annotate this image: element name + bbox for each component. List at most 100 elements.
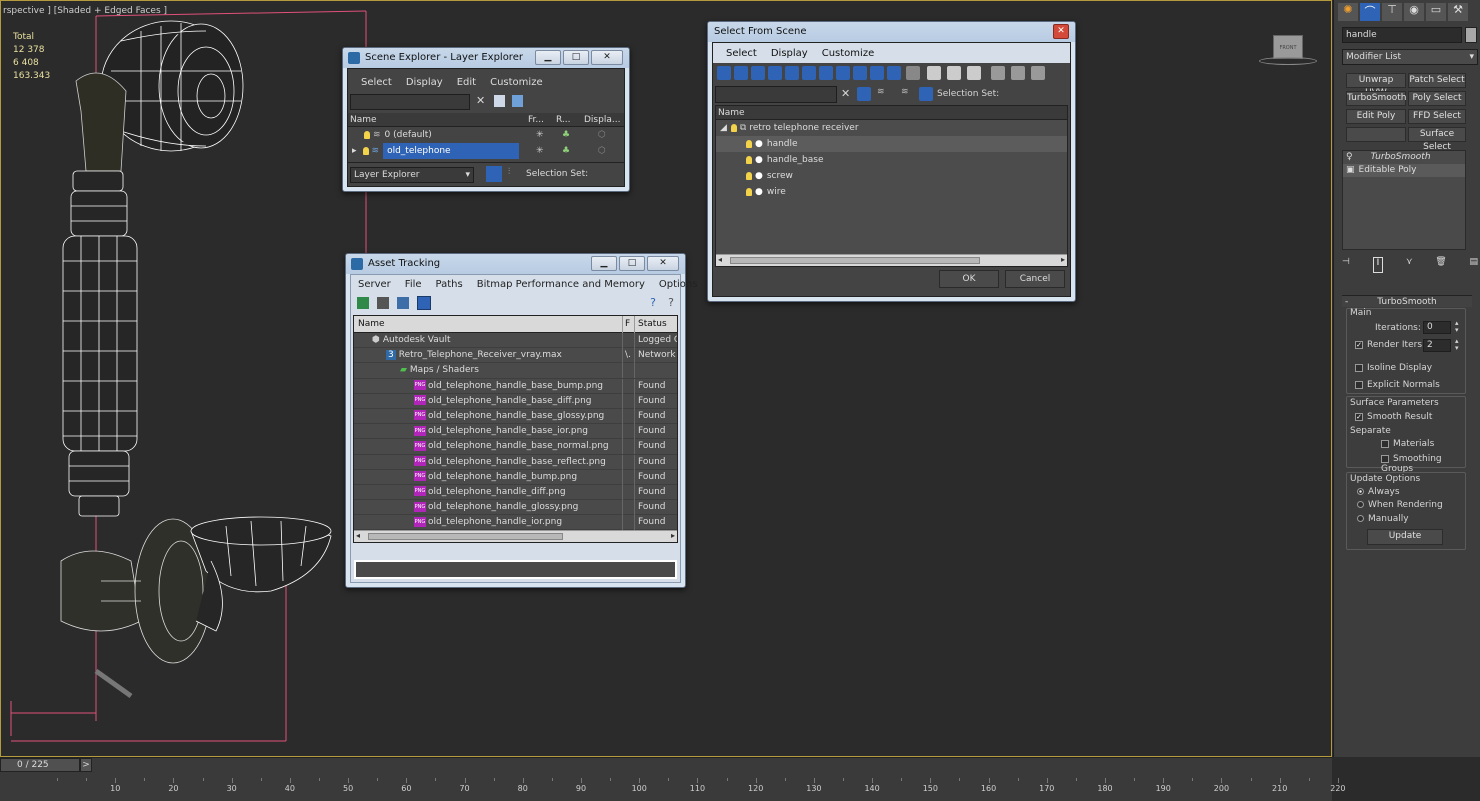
object-name-field[interactable]: handle	[1342, 27, 1462, 43]
asset-tracking-window[interactable]: Asset Tracking ▁ □ ✕ Server File Paths B…	[345, 253, 697, 588]
scrollbar-thumb[interactable]	[730, 257, 980, 264]
minimize-button[interactable]: ▁	[535, 50, 561, 65]
scroll-right-icon[interactable]: ▸	[671, 531, 675, 540]
display-containers-icon[interactable]	[870, 66, 884, 80]
display-geometry-icon[interactable]	[717, 66, 731, 80]
time-slider[interactable]: 0 / 225	[0, 758, 80, 772]
viewcube[interactable]: FRONT	[1259, 33, 1319, 69]
scroll-right-icon[interactable]: ▸	[1061, 255, 1065, 264]
lightbulb-icon[interactable]	[746, 155, 752, 164]
display-helpers-icon[interactable]	[785, 66, 799, 80]
hierarchy-icon[interactable]: ⫶	[508, 167, 510, 177]
column-f[interactable]: F	[622, 316, 630, 333]
update-button[interactable]: Update	[1367, 529, 1443, 545]
show-end-result-icon[interactable]: I	[1372, 257, 1384, 273]
asset-tree-list[interactable]: Name F Status ⬢ Autodesk Vault Logged O 3 Re…	[353, 315, 678, 543]
viewcube-front-face[interactable]: FRONT	[1273, 35, 1303, 59]
lightbulb-icon[interactable]	[362, 146, 369, 155]
make-unique-icon[interactable]: ⋎	[1406, 257, 1413, 273]
display-cameras-icon[interactable]	[768, 66, 782, 80]
select-from-scene-window[interactable]: Select From Scene ✕ Select Display Custo…	[707, 21, 1076, 302]
asset-row[interactable]: ▰ Maps / Shaders	[354, 363, 677, 379]
checkbox-unchecked-icon[interactable]	[1355, 380, 1363, 389]
sync-selection-icon[interactable]	[1031, 66, 1045, 80]
patch-select-button[interactable]: Patch Select	[1408, 73, 1466, 88]
configure-sets-icon[interactable]: ▤	[1469, 257, 1478, 273]
asset-row[interactable]: PNG old_telephone_handle_base_normal.png F…	[354, 439, 677, 455]
display-box-icon[interactable]: ⬡	[598, 143, 606, 159]
render-iters-spinner[interactable]: 2	[1423, 339, 1451, 352]
asset-row[interactable]: PNG old_telephone_handle_base_reflect.png…	[354, 454, 677, 470]
asset-tracking-titlebar[interactable]: Asset Tracking ▁ □ ✕	[346, 254, 685, 274]
timeline[interactable]: 0 / 225 > 10 20 30 40 50 60 70 80 90 100 110 120 130…	[0, 757, 1346, 801]
help-icon[interactable]: ?	[650, 296, 656, 309]
asset-row[interactable]: 3 Retro_Telephone_Receiver_vray.max \. Netw…	[354, 348, 677, 364]
lightbulb-icon[interactable]	[364, 130, 370, 139]
hierarchy-icon[interactable]	[919, 87, 933, 101]
stack-item-turbosmooth[interactable]: ♀ TurboSmooth	[1343, 151, 1465, 164]
refresh-icon[interactable]	[357, 297, 369, 309]
close-button[interactable]: ✕	[1053, 24, 1069, 39]
scene-object-list[interactable]: Name ◢ ⧉ retro telephone receiver ● handle …	[715, 105, 1068, 267]
cancel-button[interactable]: Cancel	[1005, 270, 1065, 288]
lightbulb-icon[interactable]: ♀	[1346, 152, 1353, 162]
asset-row[interactable]: PNG old_telephone_handle_base_diff.png Fou…	[354, 393, 677, 409]
menu-customize[interactable]: Customize	[815, 48, 882, 59]
filter-icon[interactable]	[494, 95, 505, 107]
menu-customize[interactable]: Customize	[483, 77, 550, 88]
asset-row[interactable]: PNG old_telephone_handle_glossy.png Found	[354, 500, 677, 516]
track-bar[interactable]	[0, 772, 1332, 801]
materials-checkbox[interactable]: Materials	[1381, 439, 1434, 449]
asset-row[interactable]: PNG old_telephone_handle_diff.png Found	[354, 484, 677, 501]
render-teapot-icon[interactable]: ♣	[562, 143, 570, 159]
asset-row[interactable]: PNG old_telephone_handle_base_glossy.png F…	[354, 408, 677, 425]
layers-toggle-icon[interactable]	[486, 166, 502, 182]
display-frozen-icon[interactable]	[887, 66, 901, 80]
asset-path-field[interactable]	[354, 560, 677, 579]
object-row-screw[interactable]: ● screw	[716, 168, 1067, 184]
horizontal-scrollbar[interactable]: ◂ ▸	[716, 254, 1067, 266]
manually-radio[interactable]: Manually	[1357, 514, 1409, 524]
tree-view-icon[interactable]	[397, 297, 409, 309]
radio-unselected-icon[interactable]	[1357, 501, 1364, 508]
display-invert-icon[interactable]	[967, 66, 981, 80]
menu-paths[interactable]: Paths	[429, 279, 470, 290]
column-name[interactable]: Name	[718, 106, 745, 120]
expand-arrow-icon[interactable]: ▸	[352, 146, 357, 156]
close-button[interactable]: ✕	[647, 256, 679, 271]
layer-stack-icon[interactable]: ≋	[901, 87, 909, 97]
display-none-icon[interactable]	[947, 66, 961, 80]
display-shapes-icon[interactable]	[734, 66, 748, 80]
menu-server[interactable]: Server	[351, 279, 398, 290]
menu-file[interactable]: File	[398, 279, 429, 290]
checkbox-unchecked-icon[interactable]	[1355, 363, 1363, 372]
find-input[interactable]	[715, 86, 837, 103]
filter-options-icon[interactable]	[1011, 66, 1025, 80]
modify-tab-icon[interactable]: ⌒	[1360, 3, 1380, 21]
table-view-icon[interactable]	[417, 296, 431, 310]
asset-row[interactable]: PNG old_telephone_handle_ior.png Found	[354, 515, 677, 531]
display-hidden-icon[interactable]	[906, 66, 920, 80]
filter-icon[interactable]	[857, 87, 871, 101]
when-rendering-radio[interactable]: When Rendering	[1357, 500, 1443, 510]
display-tab-icon[interactable]: ▭	[1426, 3, 1446, 21]
spinner-arrows-icon[interactable]: ▴ ▾	[1455, 320, 1459, 334]
modifier-list-dropdown[interactable]: Modifier List ▾	[1342, 49, 1478, 65]
remove-modifier-icon[interactable]: 🗑	[1435, 257, 1446, 273]
menu-select[interactable]: Select	[719, 48, 764, 59]
render-iters-checkbox[interactable]: ✓ Render Iters:	[1355, 340, 1425, 350]
menu-edit[interactable]: Edit	[450, 77, 483, 88]
display-bones-icon[interactable]	[853, 66, 867, 80]
scroll-left-icon[interactable]: ◂	[718, 255, 722, 264]
spinner-arrows-icon[interactable]: ▴ ▾	[1455, 338, 1459, 352]
asset-row[interactable]: PNG old_telephone_handle_bump.png Found	[354, 469, 677, 485]
empty-modifier-button[interactable]	[1346, 127, 1406, 142]
scene-explorer-titlebar[interactable]: Scene Explorer - Layer Explorer ▁ □ ✕	[343, 48, 629, 68]
freeze-icon[interactable]: ✳	[536, 143, 544, 159]
menu-bitmap-performance[interactable]: Bitmap Performance and Memory	[470, 279, 652, 290]
column-status[interactable]: Status	[634, 316, 667, 333]
turbosmooth-button[interactable]: TurboSmooth	[1346, 91, 1406, 106]
horizontal-scrollbar[interactable]: ◂ ▸	[354, 530, 677, 542]
freeze-icon[interactable]: ✳	[536, 127, 544, 143]
unwrap-uvw-button[interactable]: Unwrap UVW	[1346, 73, 1406, 98]
